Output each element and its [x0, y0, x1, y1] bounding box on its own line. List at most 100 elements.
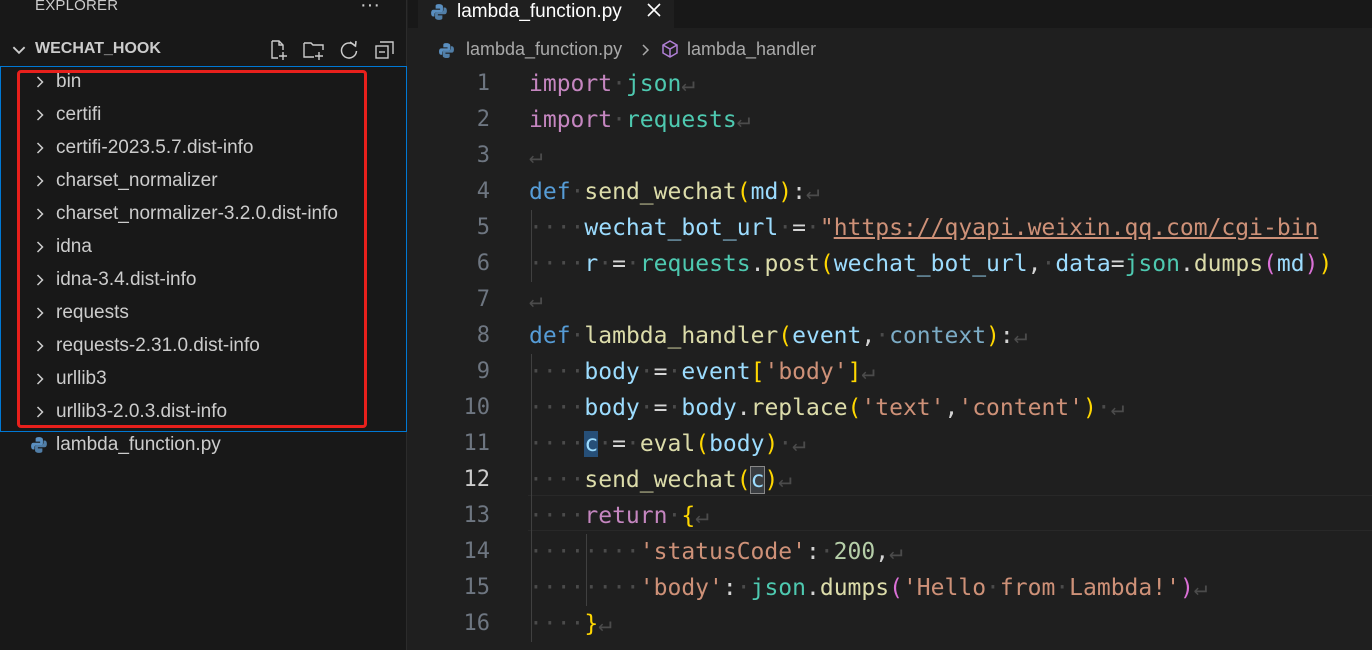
- line-text: ····c·=·eval(body)·↵: [529, 431, 807, 457]
- chevron-right-icon: [36, 109, 44, 121]
- code-line-current: 12 ····send_wechat(c)↵: [408, 462, 1372, 498]
- tab-label: lambda_function.py: [457, 1, 622, 22]
- tree-item-urllib3-dist-info[interactable]: urllib3-2.0.3.dist-info: [0, 396, 406, 429]
- tree-item-certifi-dist-info[interactable]: certifi-2023.5.7.dist-info: [0, 132, 406, 165]
- line-number: 3: [476, 143, 490, 168]
- explorer-title: EXPLORER: [35, 0, 119, 14]
- line-number: 11: [463, 431, 491, 456]
- tree-item-label: lambda_function.py: [56, 434, 221, 455]
- breadcrumb: lambda_function.py lambda_handler: [408, 36, 1372, 64]
- chevron-right-icon: [36, 307, 44, 319]
- code-line: 2 import·requests↵: [408, 102, 1372, 138]
- chevron-right-icon: [36, 142, 44, 154]
- tree-item-label: certifi-2023.5.7.dist-info: [56, 137, 254, 158]
- line-number: 10: [463, 395, 491, 420]
- chevron-right-icon: [642, 44, 650, 56]
- editor-area: lambda_function.py lambda_function.py la…: [408, 0, 1372, 650]
- code-line: 7 ↵: [408, 282, 1372, 318]
- line-number: 8: [476, 323, 490, 348]
- line-text: ····return·{↵: [529, 503, 710, 529]
- chevron-right-icon: [36, 373, 44, 385]
- code-line: 10 ····body·=·body.replace('text','conte…: [408, 390, 1372, 426]
- tree-item-urllib3[interactable]: urllib3: [0, 363, 406, 396]
- tree-item-label: charset_normalizer-3.2.0.dist-info: [56, 203, 338, 224]
- tab-bar: lambda_function.py: [408, 0, 1372, 28]
- tree-item-idna[interactable]: idna: [0, 231, 406, 264]
- line-number: 2: [476, 107, 490, 132]
- tree-item-label: urllib3-2.0.3.dist-info: [56, 401, 228, 422]
- line-text: ↵: [529, 287, 543, 313]
- chevron-right-icon: [36, 175, 44, 187]
- tree-item-label: idna: [56, 236, 92, 257]
- line-number: 15: [463, 575, 491, 600]
- chevron-right-icon: [36, 208, 44, 220]
- tree-item-label: requests-2.31.0.dist-info: [56, 335, 260, 356]
- refresh-icon[interactable]: [337, 38, 361, 62]
- chevron-right-icon: [36, 241, 44, 253]
- close-icon[interactable]: [644, 0, 664, 20]
- line-number: 9: [476, 359, 490, 384]
- tree-item-charset-normalizer-dist-info[interactable]: charset_normalizer-3.2.0.dist-info: [0, 198, 406, 231]
- line-number: 1: [476, 71, 490, 96]
- code-line: 16 ····}↵: [408, 606, 1372, 642]
- chevron-right-icon: [36, 406, 44, 418]
- tree-item-label: bin: [56, 71, 82, 92]
- explorer-sidebar: EXPLORER ··· WECHAT_HOOK bin certifi cer…: [0, 0, 407, 650]
- code-line: 1 import·json↵: [408, 66, 1372, 102]
- tree-item-label: charset_normalizer: [56, 170, 218, 191]
- line-number: 16: [463, 611, 491, 636]
- project-header[interactable]: WECHAT_HOOK: [0, 36, 407, 64]
- line-text: ········'body':·json.dumps('Hello·from·L…: [529, 575, 1208, 601]
- explorer-header: EXPLORER ···: [0, 0, 407, 32]
- line-text: import·json↵: [529, 71, 696, 97]
- code-line: 9 ····body·=·event['body']↵: [408, 354, 1372, 390]
- line-number: 7: [476, 287, 490, 312]
- python-file-icon: [431, 4, 447, 20]
- tree-item-requests[interactable]: requests: [0, 297, 406, 330]
- chevron-right-icon: [36, 340, 44, 352]
- code-line: 5 ····wechat_bot_url·=·"https://qyapi.we…: [408, 210, 1372, 246]
- code-editor[interactable]: 1 import·json↵ 2 import·requests↵ 3 ↵ 4 …: [408, 66, 1372, 650]
- line-text: ↵: [529, 143, 543, 169]
- line-text: ····}↵: [529, 611, 613, 637]
- line-text: ····r·=·requests.post(wechat_bot_url,·da…: [529, 251, 1333, 277]
- tab-lambda-function[interactable]: lambda_function.py: [418, 0, 674, 28]
- tree-item-label: certifi: [56, 104, 102, 125]
- tree-item-requests-dist-info[interactable]: requests-2.31.0.dist-info: [0, 330, 406, 363]
- chevron-down-icon[interactable]: [10, 41, 28, 59]
- code-line: 6 ····r·=·requests.post(wechat_bot_url,·…: [408, 246, 1372, 282]
- code-line: 8 def·lambda_handler(event,·context):↵: [408, 318, 1372, 354]
- code-line: 3 ↵: [408, 138, 1372, 174]
- line-number: 6: [476, 251, 490, 276]
- line-number: 13: [463, 503, 491, 528]
- new-file-icon[interactable]: [266, 38, 290, 62]
- line-text: def·lambda_handler(event,·context):↵: [529, 323, 1028, 349]
- line-text: ····body·=·body.replace('text','content'…: [529, 395, 1125, 421]
- code-line: 15 ········'body':·json.dumps('Hello·fro…: [408, 570, 1372, 606]
- line-number: 4: [476, 179, 490, 204]
- tree-item-lambda-function[interactable]: lambda_function.py: [0, 429, 406, 462]
- symbol-method-icon: [662, 40, 678, 58]
- new-folder-icon[interactable]: [302, 38, 326, 62]
- line-text: def·send_wechat(md):↵: [529, 179, 820, 205]
- breadcrumb-file[interactable]: lambda_function.py: [466, 39, 622, 60]
- tree-item-idna-dist-info[interactable]: idna-3.4.dist-info: [0, 264, 406, 297]
- tree-item-certifi[interactable]: certifi: [0, 99, 406, 132]
- tree-item-label: idna-3.4.dist-info: [56, 269, 197, 290]
- project-title: WECHAT_HOOK: [35, 40, 161, 57]
- chevron-right-icon: [36, 274, 44, 286]
- collapse-all-icon[interactable]: [373, 38, 397, 62]
- line-number: 12: [463, 467, 491, 492]
- code-line: 14 ········'statusCode':·200,↵: [408, 534, 1372, 570]
- tree-item-bin[interactable]: bin: [0, 66, 406, 99]
- tree-item-label: urllib3: [56, 368, 107, 389]
- line-text: ····body·=·event['body']↵: [529, 359, 876, 385]
- breadcrumb-symbol[interactable]: lambda_handler: [687, 39, 816, 60]
- python-file-icon: [31, 437, 47, 453]
- line-text: import·requests↵: [529, 107, 751, 133]
- line-text: ····send_wechat(c)↵: [529, 466, 793, 494]
- tree-item-charset-normalizer[interactable]: charset_normalizer: [0, 165, 406, 198]
- line-number: 14: [463, 539, 491, 564]
- ellipsis-icon[interactable]: ···: [360, 0, 380, 17]
- code-line: 13 ····return·{↵: [408, 498, 1372, 534]
